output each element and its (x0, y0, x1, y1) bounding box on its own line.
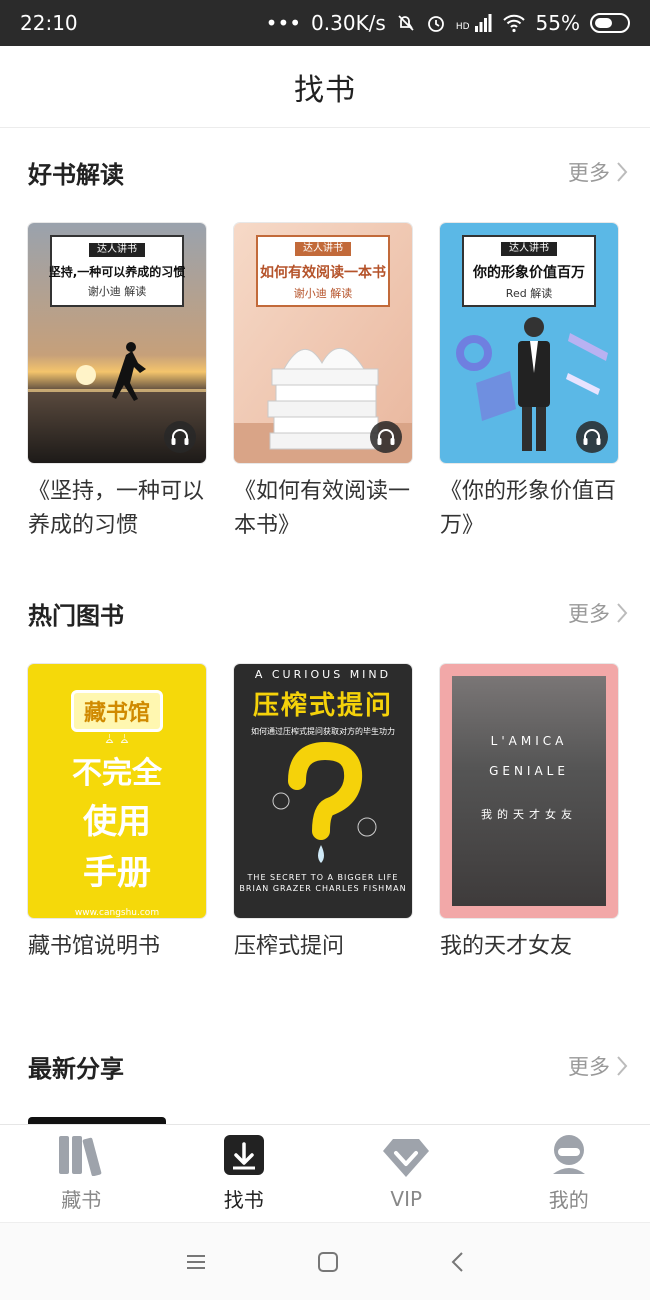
badge-title: 坚持,一种可以养成的习惯 (48, 265, 186, 279)
book-title: 压榨式提问 (234, 934, 345, 959)
tab-label: 藏书 (61, 1188, 102, 1212)
badge-tag: 达人讲书 (501, 241, 557, 256)
more-label: 更多 (568, 161, 610, 185)
cover-en-title: L'AMICA (490, 734, 568, 748)
cover-logo: 藏书馆 (70, 690, 163, 732)
badge-title: 如何有效阅读一本书 (260, 264, 386, 281)
chevron-right-icon (617, 162, 628, 182)
section-title: 好书解读 (28, 160, 124, 189)
status-bar: 22:10 ••• 0.30K/s HD 55% (0, 0, 650, 46)
cover-photo: L'AMICA GENIALE 我的天才女友 (452, 676, 606, 906)
tab-label: 找书 (223, 1188, 264, 1212)
book-cover: 达人讲书 你的形象价值百万 Red 解读 (440, 223, 618, 463)
tab-bookshelf[interactable]: 藏书 (0, 1125, 163, 1222)
book-cover: A CURIOUS MIND 压榨式提问 如何通过压榨式提问获取对方的毕生功力 … (234, 664, 412, 918)
network-type-label: HD (455, 22, 470, 32)
chevron-right-icon (617, 1056, 628, 1076)
book-cover: 藏书馆 不完全 使用 手册 www.cangshu.com (28, 664, 206, 918)
badge-author: Red 解读 (505, 286, 553, 300)
book-cover: 达人讲书 坚持,一种可以养成的习惯 谢小迪 解读 (28, 223, 206, 463)
tab-profile[interactable]: 我的 (488, 1125, 650, 1222)
more-link-good-reads[interactable]: 更多 (568, 157, 628, 187)
cover-badge: 达人讲书 你的形象价值百万 Red 解读 (462, 235, 596, 307)
book-cover: L'AMICA GENIALE 我的天才女友 (440, 664, 618, 918)
alarm-icon (427, 16, 444, 32)
cover-subtitle: 如何通过压榨式提问获取对方的毕生功力 (251, 727, 395, 736)
book-title: 藏书馆说明书 (28, 934, 161, 959)
book-card[interactable]: 达人讲书 你的形象价值百万 Red 解读 《你的形象价值百万》 (440, 223, 618, 543)
headphones-icon[interactable] (164, 421, 196, 453)
book-title: 《你的形象价值百万》 (440, 479, 617, 538)
cover-en-title: GENIALE (489, 764, 569, 778)
cover-url: www.cangshu.com (74, 908, 160, 918)
cover-cn-title: 我的天才女友 (481, 808, 577, 821)
wifi-icon (502, 14, 525, 33)
cover-text-line: 手册 (83, 853, 151, 893)
chevron-right-icon (617, 603, 628, 623)
signal-indicator: HD (456, 14, 492, 32)
latest-share-preview[interactable] (28, 1117, 166, 1124)
cover-badge: 达人讲书 坚持,一种可以养成的习惯 谢小迪 解读 (48, 235, 186, 307)
lamp-icon (105, 734, 129, 743)
badge-title: 你的形象价值百万 (473, 264, 585, 281)
section-header-hot-books: 热门图书 更多 (28, 593, 628, 633)
headphones-icon[interactable] (576, 421, 608, 453)
cover-text-line: 不完全 (72, 756, 162, 791)
page-title: 找书 (294, 72, 356, 108)
headphones-icon[interactable] (370, 421, 402, 453)
badge-author: 谢小迪 解读 (293, 286, 353, 300)
status-indicators: ••• 0.30K/s HD 55% (266, 11, 630, 35)
cover-foot-line: THE SECRET TO A BIGGER LIFE (247, 873, 399, 882)
menu-icon[interactable] (185, 1253, 207, 1271)
tab-label: VIP (390, 1186, 423, 1211)
battery-icon (590, 13, 630, 33)
badge-tag: 达人讲书 (89, 243, 145, 257)
tab-vip[interactable]: VIP (325, 1125, 488, 1222)
book-title: 我的天才女友 (440, 934, 573, 959)
more-link-latest[interactable]: 更多 (568, 1051, 628, 1081)
page-header: 找书 (0, 46, 650, 128)
more-link-hot-books[interactable]: 更多 (568, 598, 628, 628)
net-speed: 0.30K/s (311, 11, 386, 35)
section-title: 热门图书 (28, 601, 124, 630)
find-book-icon (223, 1135, 264, 1175)
tab-label: 我的 (548, 1188, 589, 1212)
book-card[interactable]: 达人讲书 坚持,一种可以养成的习惯 谢小迪 解读 《坚持，一种可以养成的习惯 (28, 223, 206, 543)
question-mark-image (272, 741, 377, 863)
more-dots-icon: ••• (265, 11, 302, 35)
cover-foot-line: BRIAN GRAZER CHARLES FISHMAN (239, 884, 407, 893)
profile-icon (552, 1135, 585, 1174)
hot-books-row: 藏书馆 不完全 使用 手册 www.cangshu.com 藏书馆说明书 A C… (28, 664, 628, 964)
section-header-good-reads: 好书解读 更多 (28, 152, 628, 192)
system-nav-bar (0, 1222, 650, 1300)
book-card[interactable]: A CURIOUS MIND 压榨式提问 如何通过压榨式提问获取对方的毕生功力 … (234, 664, 412, 964)
good-reads-row: 达人讲书 坚持,一种可以养成的习惯 谢小迪 解读 《坚持，一种可以养成的习惯 达… (28, 223, 628, 543)
cover-title: 压榨式提问 (252, 691, 393, 721)
book-cover: 达人讲书 如何有效阅读一本书 谢小迪 解读 (234, 223, 412, 463)
signal-icon (474, 14, 492, 32)
home-icon[interactable] (317, 1251, 339, 1273)
diamond-icon (383, 1138, 430, 1177)
tab-find-book[interactable]: 找书 (163, 1125, 326, 1222)
mute-icon (398, 15, 414, 31)
book-card[interactable]: 藏书馆 不完全 使用 手册 www.cangshu.com 藏书馆说明书 (28, 664, 206, 964)
status-time: 22:10 (20, 11, 78, 35)
book-card[interactable]: 达人讲书 如何有效阅读一本书 谢小迪 解读 《如何有效阅读一本书》 (234, 223, 412, 543)
cover-badge: 达人讲书 如何有效阅读一本书 谢小迪 解读 (256, 235, 390, 307)
badge-tag: 达人讲书 (295, 241, 351, 256)
more-label: 更多 (568, 602, 610, 626)
book-title: 《如何有效阅读一本书》 (234, 479, 411, 538)
cover-text-line: 使用 (83, 802, 151, 842)
section-header-latest: 最新分享 更多 (28, 1046, 628, 1086)
more-label: 更多 (568, 1055, 610, 1079)
cover-top-text: A CURIOUS MIND (254, 668, 392, 681)
bottom-tab-bar: 藏书 找书 VIP 我的 (0, 1124, 650, 1222)
battery-percent: 55% (535, 11, 580, 35)
section-title: 最新分享 (28, 1054, 124, 1083)
book-card[interactable]: L'AMICA GENIALE 我的天才女友 我的天才女友 (440, 664, 618, 964)
bookshelf-icon (59, 1136, 102, 1176)
book-title: 《坚持，一种可以养成的习惯 (28, 479, 205, 538)
back-icon[interactable] (449, 1251, 465, 1273)
badge-author: 谢小迪 解读 (87, 285, 147, 298)
